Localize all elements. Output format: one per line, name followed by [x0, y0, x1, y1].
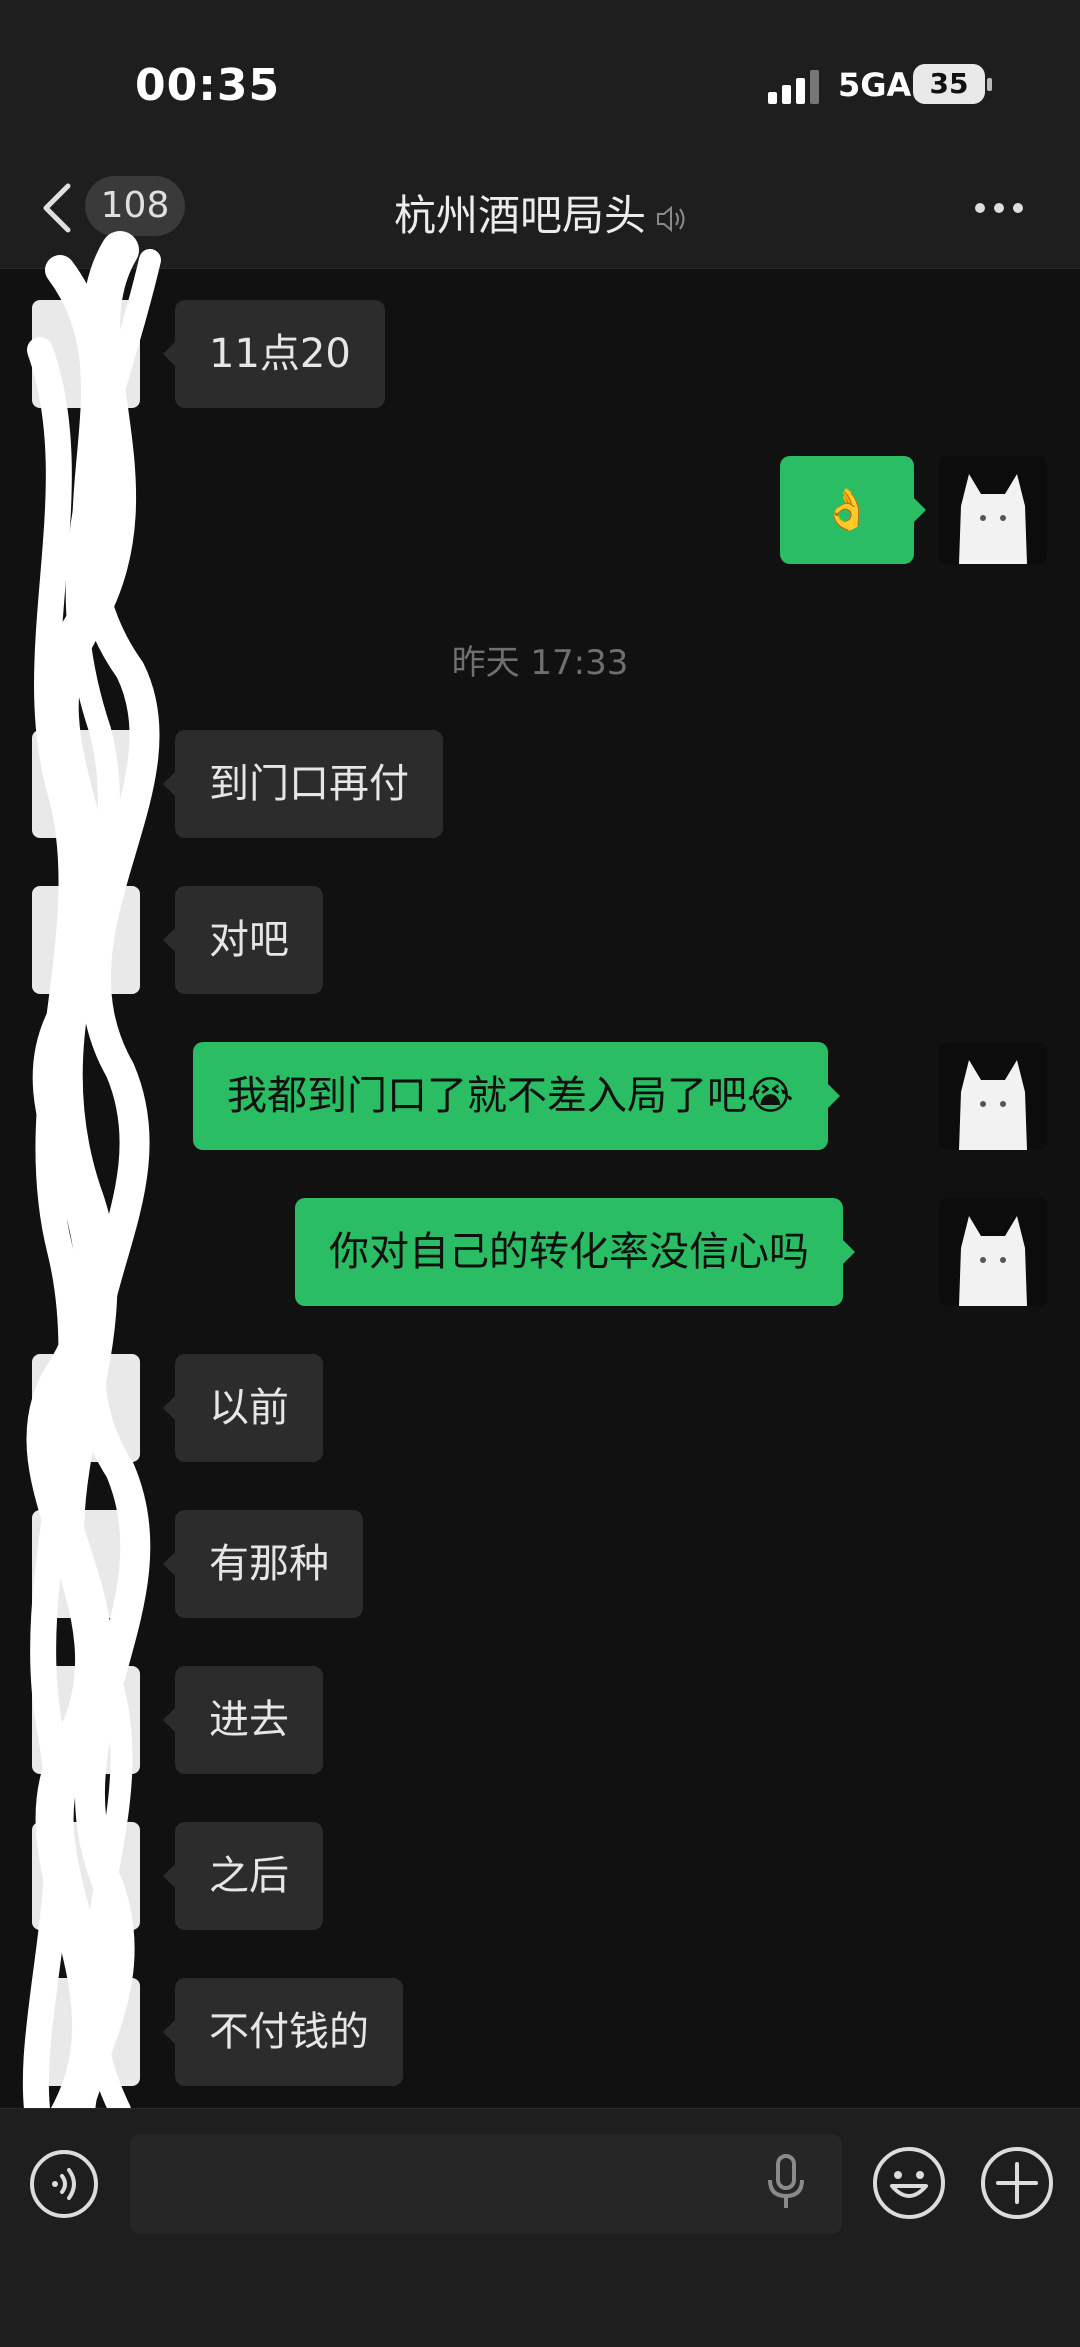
redaction-scribble — [22, 231, 161, 2150]
signal-icon — [768, 70, 819, 104]
plus-icon[interactable] — [978, 2144, 1056, 2222]
message-bubble-outgoing[interactable]: 👌 — [780, 456, 926, 564]
emoji-icon[interactable] — [870, 2144, 948, 2222]
unread-count-badge[interactable]: 108 — [85, 176, 185, 236]
message-input[interactable] — [130, 2134, 842, 2234]
network-type: 5GA — [838, 66, 912, 104]
battery-indicator: 35 — [913, 64, 985, 104]
status-time: 00:35 — [135, 60, 281, 111]
more-icon[interactable] — [975, 198, 1035, 218]
my-avatar[interactable] — [939, 456, 1047, 564]
chat-title-text: 杭州酒吧局头 — [393, 191, 646, 240]
message-bubble-outgoing[interactable]: 我都到门口了就不差入局了吧😭 — [193, 1042, 840, 1150]
microphone-icon[interactable] — [756, 2150, 816, 2216]
my-avatar[interactable] — [939, 1042, 1047, 1150]
battery-tip — [987, 78, 992, 91]
back-chevron-icon[interactable] — [38, 180, 78, 236]
sound-off-icon — [657, 205, 685, 232]
my-avatar[interactable] — [939, 1198, 1047, 1306]
message-bubble-outgoing[interactable]: 你对自己的转化率没信心吗 — [295, 1198, 855, 1306]
chat-title[interactable]: 杭州酒吧局头 — [300, 182, 780, 243]
voice-toggle-icon[interactable] — [28, 2148, 100, 2220]
